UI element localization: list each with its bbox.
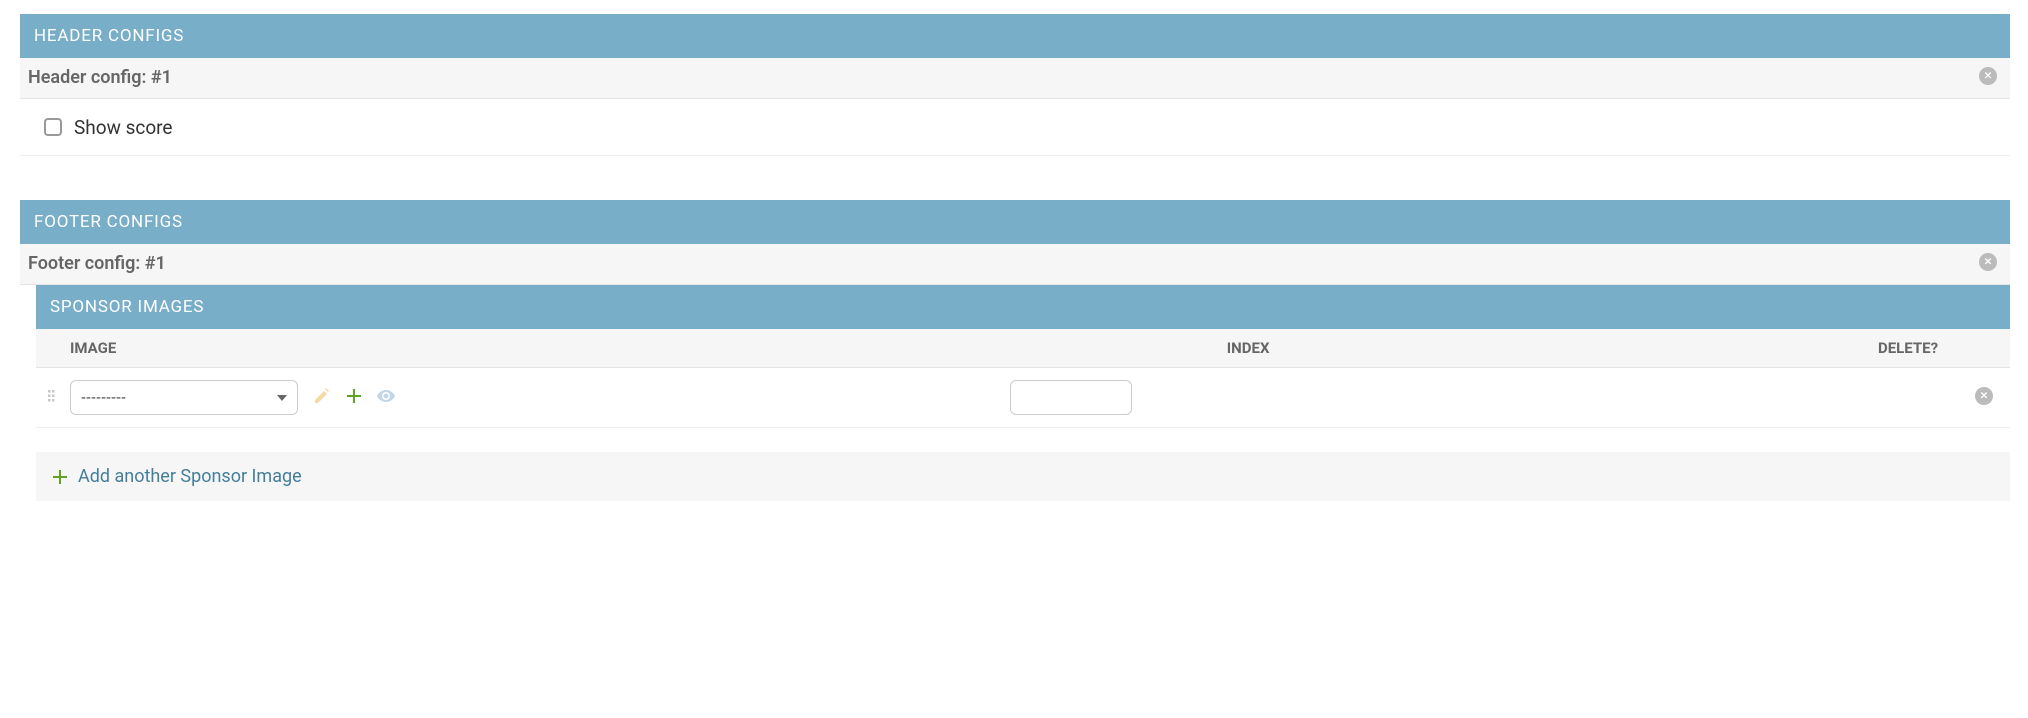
column-header-image: IMAGE [70, 339, 630, 357]
footer-configs-title: FOOTER CONFIGS [34, 212, 183, 232]
sponsor-images-section: SPONSOR IMAGES IMAGE INDEX DELETE? [36, 285, 2010, 501]
sponsor-image-select[interactable]: --------- [70, 380, 298, 415]
add-another-sponsor-image-label: Add another Sponsor Image [78, 466, 302, 487]
close-icon [1978, 252, 1998, 276]
add-another-sponsor-image-button[interactable]: Add another Sponsor Image [36, 452, 2010, 501]
footer-config-entry-label: Footer config: [28, 253, 140, 274]
sponsor-image-row-delete-button[interactable] [1974, 388, 1994, 408]
header-config-entry-number: #1 [151, 67, 172, 88]
pencil-icon [313, 387, 331, 409]
add-related-button[interactable] [344, 388, 364, 408]
footer-config-entry-header: Footer config: #1 [20, 244, 2010, 285]
header-config-delete-button[interactable] [1978, 68, 1998, 88]
column-header-index: INDEX [1227, 339, 1457, 357]
show-score-checkbox[interactable] [44, 118, 62, 136]
sponsor-images-table-header: IMAGE INDEX DELETE? [36, 329, 2010, 368]
header-config-entry-title: Header config: #1 [28, 69, 172, 87]
grip-icon [46, 388, 60, 407]
drag-handle[interactable] [42, 387, 64, 409]
edit-related-button[interactable] [312, 388, 332, 408]
close-icon [1978, 66, 1998, 90]
footer-config-delete-button[interactable] [1978, 254, 1998, 274]
show-score-label: Show score [74, 116, 173, 139]
sponsor-images-title-bar: SPONSOR IMAGES [36, 285, 2010, 329]
sponsor-image-index-input[interactable] [1010, 380, 1132, 415]
footer-configs-section: FOOTER CONFIGS Footer config: #1 SPONSOR… [20, 200, 2010, 501]
eye-icon [376, 386, 396, 410]
header-config-entry-header: Header config: #1 [20, 58, 2010, 99]
footer-config-entry-title: Footer config: #1 [28, 255, 166, 273]
plus-icon [345, 387, 363, 409]
header-configs-title-bar: HEADER CONFIGS [20, 14, 2010, 58]
column-header-delete: DELETE? [1878, 339, 1998, 357]
view-related-button[interactable] [376, 388, 396, 408]
plus-icon [52, 469, 68, 485]
show-score-row: Show score [20, 99, 2010, 156]
close-icon [1974, 386, 1994, 410]
header-config-entry-label: Header config: [28, 67, 146, 88]
header-configs-section: HEADER CONFIGS Header config: #1 Show sc… [20, 14, 2010, 156]
header-configs-title: HEADER CONFIGS [34, 26, 184, 46]
footer-config-entry-number: #1 [145, 253, 166, 274]
sponsor-images-title: SPONSOR IMAGES [50, 297, 204, 317]
footer-configs-title-bar: FOOTER CONFIGS [20, 200, 2010, 244]
sponsor-image-row: --------- [36, 368, 2010, 428]
